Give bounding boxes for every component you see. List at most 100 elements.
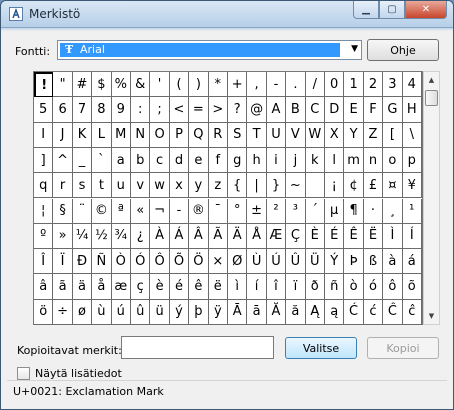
character-cell[interactable]: Ć: [344, 299, 364, 325]
character-cell[interactable]: ÿ: [208, 299, 228, 325]
character-cell[interactable]: ]: [34, 147, 54, 174]
character-cell[interactable]: 1: [344, 72, 364, 98]
character-cell[interactable]: j: [286, 147, 306, 174]
character-cell[interactable]: =: [189, 97, 209, 123]
character-cell[interactable]: ā: [247, 299, 267, 325]
character-cell[interactable]: I: [34, 122, 54, 148]
character-cell[interactable]: d: [169, 147, 190, 174]
character-cell[interactable]: u: [111, 173, 131, 199]
character-cell[interactable]: Ù: [247, 249, 267, 275]
character-cell[interactable]: J: [53, 122, 73, 148]
character-cell[interactable]: ©: [92, 198, 112, 224]
character-cell[interactable]: Ã: [208, 223, 228, 250]
character-cell[interactable]: x: [169, 173, 190, 199]
character-cell[interactable]: k: [305, 147, 325, 174]
grid-scrollbar[interactable]: ▲ ▼: [423, 71, 440, 325]
character-cell[interactable]: Ü: [305, 249, 325, 275]
character-cell[interactable]: ç: [131, 274, 151, 300]
character-cell[interactable]: <: [169, 97, 190, 123]
character-cell[interactable]: b: [131, 147, 151, 174]
character-cell[interactable]: Q: [189, 122, 209, 148]
character-cell[interactable]: &: [131, 72, 151, 98]
character-cell[interactable]: ù: [92, 299, 112, 325]
character-cell[interactable]: Ĉ: [383, 299, 403, 325]
character-cell[interactable]: s: [72, 173, 93, 199]
character-cell[interactable]: Â: [189, 223, 209, 250]
character-cell[interactable]: T: [247, 122, 267, 148]
character-cell[interactable]: `: [92, 147, 112, 174]
character-cell[interactable]: e: [189, 147, 209, 174]
character-cell[interactable]: 2: [363, 72, 384, 98]
character-cell[interactable]: Ç: [286, 223, 306, 250]
character-cell[interactable]: i: [266, 147, 287, 174]
character-cell[interactable]: -: [266, 72, 287, 98]
character-cell[interactable]: [305, 173, 325, 199]
character-cell[interactable]: 9: [111, 97, 131, 123]
character-cell[interactable]: t: [92, 173, 112, 199]
character-cell[interactable]: $: [92, 72, 112, 98]
character-cell[interactable]: 0: [325, 72, 345, 98]
character-cell[interactable]: Ò: [111, 249, 131, 275]
character-cell[interactable]: §: [53, 198, 73, 224]
copy-characters-field[interactable]: [121, 336, 274, 359]
character-cell[interactable]: ã: [53, 274, 73, 300]
character-cell[interactable]: à: [383, 249, 403, 275]
character-cell[interactable]: B: [286, 97, 306, 123]
character-cell[interactable]: C: [305, 97, 325, 123]
character-grid[interactable]: ! " # $% & '() * +, -./0 1 2 3 4 5 6 7 8 9:; < = >? @ A B C D E F G H…: [33, 71, 423, 325]
character-cell[interactable]: U: [266, 122, 287, 148]
character-cell[interactable]: Y: [344, 122, 364, 148]
character-cell[interactable]: g: [228, 147, 248, 174]
scroll-up-icon[interactable]: ▲: [424, 72, 439, 88]
character-cell[interactable]: ¯: [208, 198, 228, 224]
character-cell[interactable]: µ: [325, 198, 345, 224]
character-cell[interactable]: f: [208, 147, 228, 174]
character-cell[interactable]: ÷: [53, 299, 73, 325]
character-cell[interactable]: ¿: [131, 223, 151, 250]
character-cell[interactable]: á: [402, 249, 422, 275]
character-cell[interactable]: î: [266, 274, 287, 300]
character-cell[interactable]: »: [53, 223, 73, 250]
character-cell[interactable]: ì: [228, 274, 248, 300]
character-cell[interactable]: Æ: [266, 223, 287, 250]
character-cell[interactable]: *: [208, 72, 228, 98]
character-cell[interactable]: y: [189, 173, 209, 199]
character-cell[interactable]: ý: [169, 299, 190, 325]
character-cell[interactable]: ´: [305, 198, 325, 224]
character-cell[interactable]: ?: [228, 97, 248, 123]
character-cell[interactable]: Ï: [53, 249, 73, 275]
character-cell[interactable]: Ä: [228, 223, 248, 250]
character-cell[interactable]: û: [131, 299, 151, 325]
scroll-down-icon[interactable]: ▼: [424, 308, 439, 324]
character-cell[interactable]: F: [363, 97, 384, 123]
character-cell[interactable]: ¡: [325, 173, 345, 199]
copy-button[interactable]: Kopioi: [367, 337, 439, 359]
character-cell[interactable]: |: [247, 173, 267, 199]
character-cell[interactable]: l: [325, 147, 345, 174]
character-cell[interactable]: ð: [305, 274, 325, 300]
character-cell[interactable]: Ý: [325, 249, 345, 275]
select-button[interactable]: Valitse: [285, 337, 357, 359]
character-cell[interactable]: ·: [363, 198, 384, 224]
character-cell[interactable]: ć: [363, 299, 384, 325]
character-cell[interactable]: ê: [189, 274, 209, 300]
character-cell[interactable]: %: [111, 72, 131, 98]
character-cell[interactable]: 5: [34, 97, 54, 123]
character-cell[interactable]: q: [34, 173, 54, 199]
character-cell[interactable]: [: [383, 122, 403, 148]
character-cell[interactable]: h: [247, 147, 267, 174]
character-cell[interactable]: °: [228, 198, 248, 224]
character-cell[interactable]: r: [53, 173, 73, 199]
character-cell[interactable]: è: [150, 274, 170, 300]
character-cell[interactable]: w: [150, 173, 170, 199]
character-cell[interactable]: þ: [189, 299, 209, 325]
character-cell[interactable]: E: [344, 97, 364, 123]
character-cell[interactable]: æ: [111, 274, 131, 300]
character-cell[interactable]: í: [247, 274, 267, 300]
character-cell[interactable]: ²: [266, 198, 287, 224]
character-cell[interactable]: é: [169, 274, 190, 300]
character-cell[interactable]: Á: [169, 223, 190, 250]
character-cell[interactable]: É: [325, 223, 345, 250]
character-cell[interactable]: ": [53, 72, 73, 98]
character-cell[interactable]: ³: [286, 198, 306, 224]
